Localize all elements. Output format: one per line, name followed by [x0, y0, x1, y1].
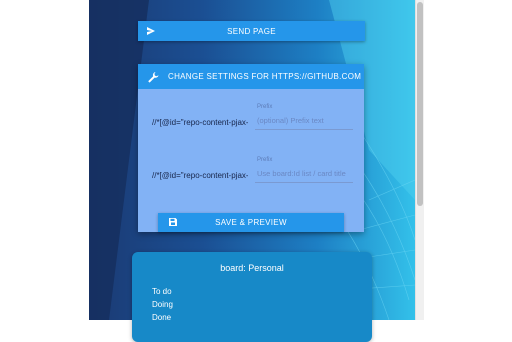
prefix-input[interactable]	[255, 165, 353, 183]
wrench-icon	[147, 71, 159, 83]
send-page-button[interactable]: SEND PAGE	[138, 21, 365, 41]
settings-row: //*[@id="repo-content-pjax-container"] P…	[138, 157, 364, 187]
board-title: board: Personal	[220, 263, 284, 273]
save-icon	[168, 217, 178, 227]
board-list-item[interactable]: Doing	[152, 298, 173, 311]
board-lists: To do Doing Done	[152, 285, 173, 324]
save-preview-button[interactable]: SAVE & PREVIEW	[158, 213, 344, 232]
settings-panel-header: CHANGE SETTINGS FOR HTTPS://GITHUB.COM	[138, 64, 364, 89]
settings-row: //*[@id="repo-content-pjax-container"] P…	[138, 104, 364, 134]
send-page-label: SEND PAGE	[227, 26, 276, 36]
xpath-selector: //*[@id="repo-content-pjax-container"]	[152, 171, 248, 180]
scrollbar-thumb[interactable]	[417, 2, 423, 206]
prefix-field-label: Prefix	[257, 104, 273, 110]
send-icon	[146, 26, 156, 36]
save-preview-label: SAVE & PREVIEW	[215, 218, 287, 227]
xpath-selector: //*[@id="repo-content-pjax-container"]	[152, 118, 248, 127]
settings-panel: CHANGE SETTINGS FOR HTTPS://GITHUB.COM /…	[138, 64, 364, 232]
board-list-item[interactable]: Done	[152, 311, 173, 324]
prefix-field-label: Prefix	[257, 157, 273, 163]
settings-panel-title: CHANGE SETTINGS FOR HTTPS://GITHUB.COM	[168, 72, 362, 81]
board-list-item[interactable]: To do	[152, 285, 173, 298]
board-preview: board: Personal To do Doing Done	[132, 252, 372, 342]
prefix-input[interactable]	[255, 112, 353, 130]
page-scrollbar[interactable]	[415, 0, 424, 320]
